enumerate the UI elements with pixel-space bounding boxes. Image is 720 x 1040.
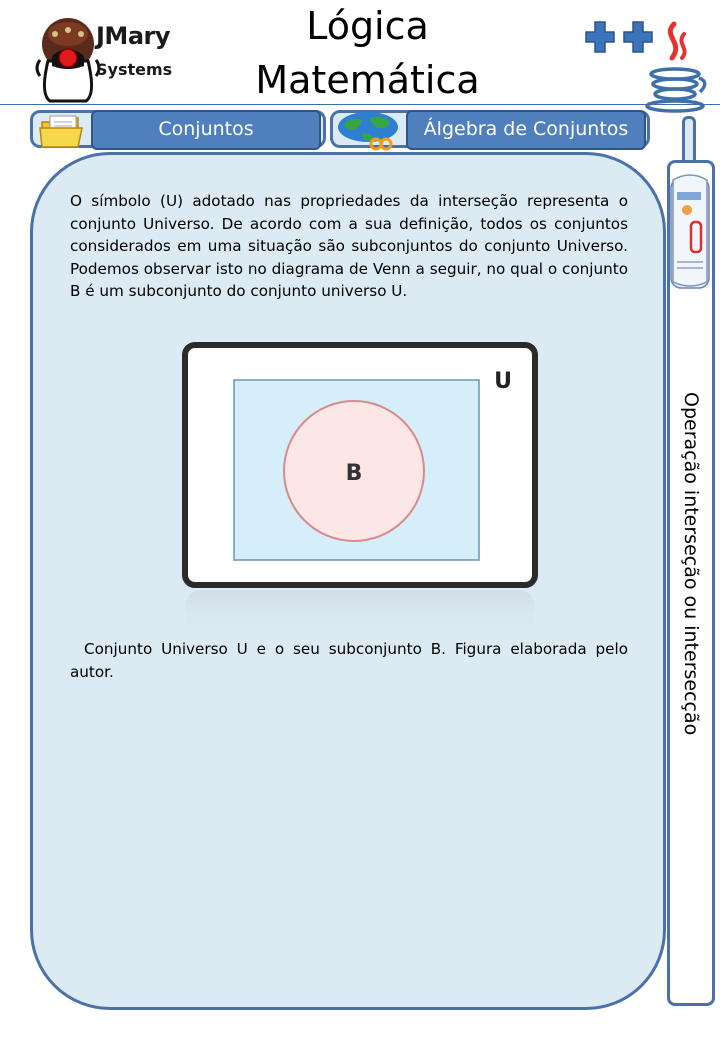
- figure-caption: Conjunto Universo U e o seu subconjunto …: [70, 640, 628, 681]
- page-title-line1: Lógica: [306, 4, 429, 48]
- sidebar-section-label: Operação interseção ou intersecção: [667, 392, 715, 772]
- sidebar-tab: [682, 116, 696, 166]
- globe-icon[interactable]: [334, 110, 406, 152]
- universe-u-label: U: [494, 369, 512, 394]
- header-divider: [0, 104, 720, 105]
- nav-button-conjuntos[interactable]: Conjuntos: [91, 110, 321, 150]
- newspaper-icon[interactable]: [667, 170, 713, 290]
- brand-name: JMary: [96, 22, 171, 50]
- brand-subtitle: Systems: [96, 60, 173, 79]
- folder-icon[interactable]: [38, 112, 88, 150]
- content-paragraph: O símbolo (U) adotado nas propriedades d…: [70, 192, 628, 301]
- venn-diagram: B U: [182, 342, 538, 640]
- subset-b-label: B: [346, 461, 363, 486]
- sidebar-label-text: Operação interseção ou intersecção: [680, 392, 702, 736]
- nav-button-algebra-conjuntos[interactable]: Álgebra de Conjuntos: [406, 110, 646, 150]
- java-cup-icon: [645, 21, 707, 113]
- figure-reflection: [186, 590, 534, 640]
- duke-logo-icon: [35, 18, 101, 103]
- page-title-line2: Matemática: [255, 58, 480, 102]
- plus-icon[interactable]: [584, 20, 616, 54]
